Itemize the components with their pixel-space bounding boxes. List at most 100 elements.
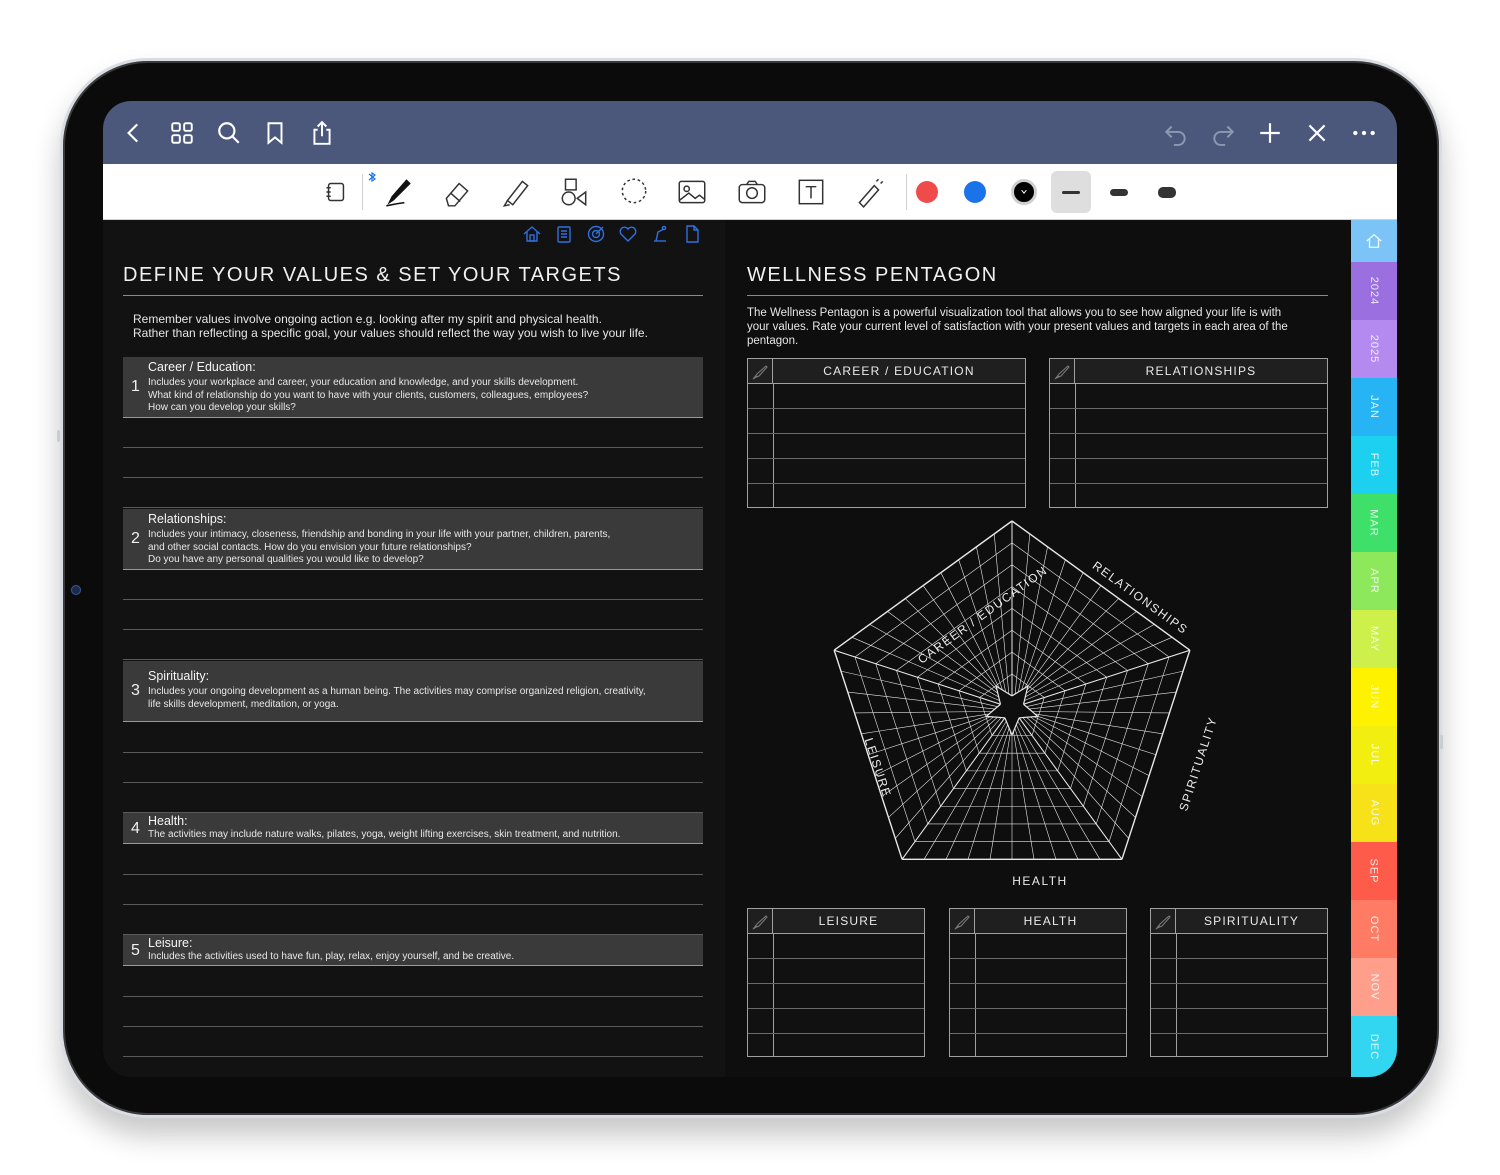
grid-line [989,731,1011,860]
tab-apr[interactable]: APR [1351,552,1397,610]
grid-line [875,663,929,825]
redo-icon[interactable] [1209,119,1237,147]
grid-line [1014,533,1031,694]
grid-line [1023,649,1191,705]
share-icon[interactable] [308,119,336,147]
pen-tool-icon[interactable] [379,174,417,210]
fitness-icon[interactable] [649,223,671,245]
search-icon[interactable] [215,119,243,147]
grid-line [1011,717,1020,736]
table-column-divider [975,934,976,1056]
grid-line [854,711,992,714]
text-box-icon[interactable] [792,174,830,210]
tab-dec[interactable]: DEC [1351,1016,1397,1077]
writing-line[interactable] [123,599,703,600]
writing-line[interactable] [123,1026,703,1027]
table-row [950,958,1126,959]
stroke-thick-icon[interactable] [1158,187,1176,198]
document-icon[interactable] [681,223,703,245]
heart-icon[interactable] [617,223,639,245]
tab-home[interactable] [1351,220,1397,262]
table-label: SPIRITUALITY [1203,914,1300,928]
more-options-icon[interactable] [1350,119,1378,147]
laser-pointer-icon[interactable] [851,174,889,210]
category-description: Includes your ongoing development as a h… [148,686,646,710]
pentagon-intro: The Wellness Pentagon is a powerful visu… [747,307,1288,347]
writing-line[interactable] [123,477,703,478]
paint-brush-icon [1151,909,1176,934]
grid-line [917,677,954,789]
writing-line[interactable] [123,507,703,508]
page-title: DEFINE YOUR VALUES & SET YOUR TARGETS [123,264,622,286]
tab-oct[interactable]: OCT [1351,900,1397,958]
home-icon[interactable] [521,223,543,245]
close-toolbar-icon[interactable] [1303,119,1331,147]
lasso-tool-icon[interactable] [615,174,653,210]
side-button [57,430,60,442]
writing-line[interactable] [123,782,703,783]
spirituality-table[interactable]: SPIRITUALITY [1150,908,1328,1057]
writing-line[interactable] [123,874,703,875]
grid-line [1019,715,1038,719]
red-color-swatch[interactable] [916,181,938,203]
tab-sep[interactable]: SEP [1351,842,1397,900]
camera-icon[interactable] [733,174,771,210]
grid-line [1027,585,1102,687]
grid-line [1014,728,1057,860]
notes-icon[interactable] [553,223,575,245]
writing-line[interactable] [123,659,703,660]
leisure-table[interactable]: LEISURE [747,908,925,1057]
health-table[interactable]: HEALTH [949,908,1127,1057]
stroke-medium-icon[interactable] [1110,189,1128,196]
tab-label: SEP [1367,858,1380,884]
tab-mar[interactable]: MAR [1351,494,1397,552]
grid-line [1026,670,1184,707]
grid-line [1017,721,1101,860]
tab-2025[interactable]: 2025 [1351,320,1397,378]
writing-line[interactable] [123,904,703,905]
writing-line[interactable] [123,1056,703,1057]
black-color-swatch[interactable] [1011,179,1037,205]
tab-label: AUG [1368,799,1380,827]
grid-line [1034,713,1163,735]
eraser-tool-icon[interactable] [438,174,476,210]
tab-may[interactable]: MAY [1351,610,1397,668]
writing-line[interactable] [123,996,703,997]
read-only-mode-icon[interactable] [317,174,355,210]
category-career: 1 Career / Education: Includes your work… [123,357,703,418]
grid-line [1024,572,1084,689]
tab-2024[interactable]: 2024 [1351,262,1397,320]
add-icon[interactable] [1256,119,1284,147]
tab-feb[interactable]: FEB [1351,436,1397,494]
blue-color-swatch[interactable] [964,181,986,203]
table-row [748,983,924,984]
tab-aug[interactable]: AUG [1351,784,1397,842]
writing-line[interactable] [123,752,703,753]
grid-line [923,721,1007,860]
grid-line [1025,624,1155,698]
tab-nov[interactable]: NOV [1351,958,1397,1016]
back-chevron-icon[interactable] [120,119,148,147]
tab-label: MAR [1367,509,1380,537]
undo-icon[interactable] [1162,119,1190,147]
image-insert-icon[interactable] [673,174,711,210]
shapes-tool-icon[interactable] [555,174,593,210]
table-label: CAREER / EDUCATION [823,364,975,378]
bookmark-icon[interactable] [261,119,289,147]
writing-line[interactable] [123,629,703,630]
pentagon-grid [833,520,1191,860]
highlighter-tool-icon[interactable] [497,174,535,210]
goals-icon[interactable] [585,223,607,245]
tab-jan[interactable]: JAN [1351,378,1397,436]
grid-line [1121,649,1191,860]
grid-view-icon[interactable] [168,119,196,147]
relationships-table[interactable]: RELATIONSHIPS [1049,358,1328,508]
wellness-pentagon-chart[interactable]: CAREER / EDUCATION RELATIONSHIPS SPIRITU… [825,517,1245,897]
tab-jul[interactable]: JUL [1351,726,1397,784]
writing-line[interactable] [123,447,703,448]
values-intro: Remember values involve ongoing action e… [133,312,648,340]
bluetooth-icon [365,170,379,184]
home-icon [1366,233,1382,248]
career-table[interactable]: CAREER / EDUCATION [747,358,1026,508]
tab-jun[interactable]: JUN [1351,668,1397,726]
